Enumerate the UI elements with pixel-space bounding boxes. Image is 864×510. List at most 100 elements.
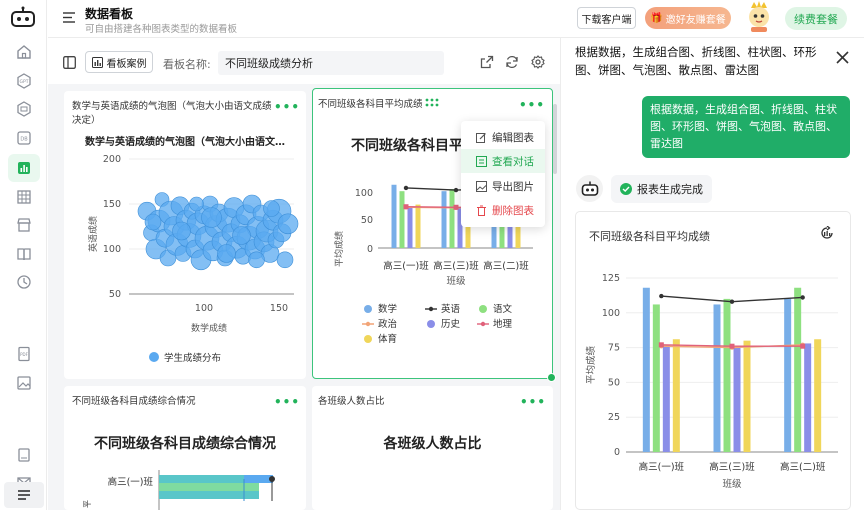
robot-icon <box>581 181 598 196</box>
bar-体育 <box>672 339 680 452</box>
delete-chart-label: 删除图表 <box>492 204 534 217</box>
sidebar-toggle-icon[interactable] <box>63 56 76 69</box>
y-tick-label: 125 <box>602 273 620 284</box>
export-image-label: 导出图片 <box>492 180 534 193</box>
export-image-menu-item[interactable]: 导出图片 <box>461 174 545 198</box>
gpt-hexagon-icon[interactable]: GPT <box>14 71 34 91</box>
board-cases-label: 看板案例 <box>106 58 147 70</box>
menu-icon[interactable] <box>4 482 44 508</box>
invite-label: 邀好友赚套餐 <box>665 14 726 26</box>
edit-chart-label: 编辑图表 <box>492 131 534 144</box>
x-tick-label: 高三(三)班 <box>433 260 479 272</box>
page-subtitle: 可自由搭建各种图表类型的数据看板 <box>85 24 238 35</box>
y-tick-label: 100 <box>602 308 620 319</box>
image-icon[interactable] <box>14 373 34 393</box>
y-tick-label: 100 <box>103 244 121 255</box>
x-tick-label: 100 <box>195 303 213 314</box>
point-地理 <box>453 204 459 210</box>
edit-icon <box>476 132 486 143</box>
board-canvas: 数学与英语成绩的气泡图（气泡大小由语文成绩决定） ••• 数学与英语成绩的气泡图… <box>48 84 560 510</box>
point-英语 <box>403 185 409 191</box>
card-more-icon[interactable]: ••• <box>519 98 545 112</box>
delete-chart-menu-item[interactable]: 删除图表 <box>461 198 545 222</box>
dashboard-icon[interactable] <box>8 154 40 182</box>
table-icon[interactable] <box>14 187 34 207</box>
point-英语 <box>729 299 735 304</box>
bubble-point <box>276 251 294 269</box>
shop-icon[interactable] <box>14 215 34 235</box>
bubble-point <box>277 213 299 235</box>
bar-历史 <box>662 344 670 452</box>
top-header: 数据看板 可自由搭建各种图表类型的数据看板 下载客户端 🎁 邀好友赚套餐 续费套… <box>48 0 864 38</box>
point-地理 <box>729 343 735 349</box>
robot-logo-icon[interactable] <box>10 6 36 28</box>
board-cases-button[interactable]: 看板案例 <box>85 51 153 73</box>
book-icon[interactable] <box>14 244 34 264</box>
legend-label: 政治 <box>378 318 397 330</box>
card-more-icon[interactable]: ••• <box>274 100 300 114</box>
bubble-point <box>217 244 236 263</box>
bar-数学 <box>784 298 792 452</box>
share-icon[interactable] <box>480 55 494 69</box>
drag-handle-icon[interactable] <box>425 97 439 109</box>
combined-chart-card[interactable]: 不同班级各科目成绩综合情况 ••• 不同班级各科目成绩综合情况 高三(一)班 平 <box>64 386 306 510</box>
x-axis-label: 班级 <box>722 478 742 490</box>
y-tick-label: 0 <box>367 244 373 255</box>
resize-handle[interactable] <box>547 373 556 382</box>
legend-label: 语文 <box>493 303 513 315</box>
bubble-point <box>144 213 162 231</box>
renew-plan-button[interactable]: 续费套餐 <box>785 7 847 30</box>
card-header: 数学与英语成绩的气泡图（气泡大小由语文成绩决定） <box>72 101 272 126</box>
home-icon[interactable] <box>14 42 34 62</box>
point-英语 <box>453 187 459 193</box>
image-export-icon <box>476 180 487 192</box>
close-icon[interactable] <box>836 51 849 64</box>
note-icon[interactable] <box>14 445 34 465</box>
svg-text:平: 平 <box>83 500 92 508</box>
edit-chart-menu-item[interactable]: 编辑图表 <box>461 125 545 149</box>
y-tick-label: 25 <box>608 412 620 423</box>
card-more-icon[interactable]: ••• <box>274 395 300 409</box>
chart-title: 各班级人数占比 <box>383 436 482 452</box>
x-axis-label: 班级 <box>446 275 466 287</box>
refresh-icon[interactable] <box>505 55 519 69</box>
db-icon[interactable]: DB <box>14 128 34 148</box>
chart-type-switch-icon[interactable] <box>820 226 834 240</box>
settings-gear-icon[interactable] <box>531 55 545 69</box>
point-地理 <box>800 343 806 349</box>
invite-friends-button[interactable]: 🎁 邀好友赚套餐 <box>645 7 731 29</box>
legend-dot <box>149 352 159 362</box>
clock-icon[interactable] <box>14 272 34 292</box>
svg-text:PDF: PDF <box>20 352 28 357</box>
point-英语 <box>800 295 805 300</box>
assistant-avatar <box>576 175 603 202</box>
trash-icon <box>477 205 486 216</box>
mind-hexagon-icon[interactable] <box>14 99 34 119</box>
conversation-topic: 根据数据，生成组合图、折线图、柱状图、环形图、饼图、气泡图、散点图、雷达图 <box>575 45 817 77</box>
bar-语文 <box>723 298 731 452</box>
bubble-point <box>263 200 280 217</box>
collapse-menu-icon[interactable] <box>63 12 75 23</box>
card-more-icon[interactable]: ••• <box>520 395 546 409</box>
bar-历史 <box>407 206 413 248</box>
headcount-chart-card[interactable]: 各班级人数占比 ••• 各班级人数占比 <box>312 386 553 510</box>
combined-mini-chart: 平 <box>83 470 275 510</box>
bar-数学 <box>391 184 397 248</box>
pdf-icon[interactable]: PDF <box>14 344 34 364</box>
bar-历史 <box>804 343 812 452</box>
user-avatar[interactable] <box>743 0 775 32</box>
bubble-point <box>201 207 222 228</box>
bar-数学 <box>441 191 447 248</box>
view-dialog-menu-item[interactable]: 查看对话 <box>461 149 545 173</box>
scrollbar[interactable] <box>553 104 557 174</box>
x-tick-label: 高三(二)班 <box>780 461 826 473</box>
board-name-input[interactable]: 不同班级成绩分析 <box>218 51 444 75</box>
bar-历史 <box>733 347 741 452</box>
average-score-chart: 0 25 50 75 100 125 高三(一)班 高三(三)班 高三(二)班 平均成绩班级 <box>585 273 838 490</box>
bubble-chart-card[interactable]: 数学与英语成绩的气泡图（气泡大小由语文成绩决定） ••• 数学与英语成绩的气泡图… <box>64 91 306 379</box>
page-title: 数据看板 <box>85 7 134 21</box>
bar-语文 <box>652 304 660 452</box>
y-tick-label: 150 <box>103 199 121 210</box>
download-client-button[interactable]: 下载客户端 <box>577 7 636 29</box>
y-axis-label: 平均成绩 <box>585 346 597 385</box>
